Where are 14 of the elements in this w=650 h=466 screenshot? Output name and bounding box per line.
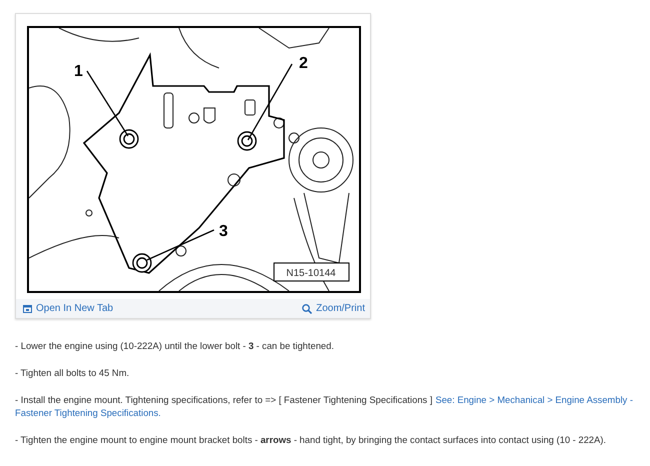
specifications-link[interactable]: Fastener Tightening Specifications. <box>15 407 161 418</box>
callout-number: 3 <box>219 223 228 240</box>
instruction-step: - Install the engine mount. Tightening specifications, refer to => [ Fastener Tightening Specifications ] See: Engine > Mechanical > Engine Assembly - Fastener Tightening Specifications. <box>15 393 646 419</box>
open-in-new-tab-link[interactable]: Open In New Tab <box>23 303 114 314</box>
instruction-step: - Tighten all bolts to 45 Nm. <box>15 366 646 379</box>
figure-id: N15-10144 <box>286 268 336 279</box>
callout-number: 2 <box>299 55 308 72</box>
new-tab-icon <box>23 304 32 312</box>
instruction-step: - Lower the engine using (10-222A) until the lower bolt - 3 - can be tightened. <box>15 339 646 352</box>
specifications-link[interactable]: See: Engine > Mechanical > Engine Assembly - <box>435 394 633 405</box>
instruction-step: - Tighten the engine mount to engine mount bracket bolts - arrows - hand tight, by bringing the contact surfaces into contact using (10 - 222A). <box>15 433 646 446</box>
zoom-print-link[interactable]: Zoom/Print <box>302 303 365 314</box>
zoom-icon <box>302 304 312 314</box>
callout-number: 1 <box>74 63 83 80</box>
